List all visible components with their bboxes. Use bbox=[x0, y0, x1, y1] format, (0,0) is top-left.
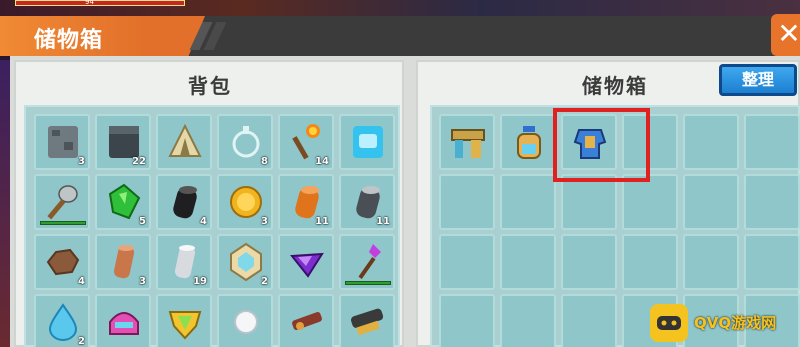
storage-slot[interactable] bbox=[439, 114, 495, 170]
storage-slot[interactable] bbox=[622, 234, 678, 290]
backpack-slot[interactable] bbox=[34, 174, 90, 230]
item-count: 2 bbox=[78, 336, 85, 347]
backpack-slot[interactable]: 3 bbox=[34, 114, 90, 170]
green-gem-icon bbox=[105, 182, 143, 222]
storage-slot[interactable] bbox=[500, 294, 556, 347]
copper-rod-icon bbox=[105, 242, 143, 282]
storage-slot[interactable] bbox=[439, 174, 495, 230]
water-drop-icon bbox=[44, 302, 82, 342]
item-count: 19 bbox=[193, 276, 207, 287]
storage-slot[interactable] bbox=[561, 294, 617, 347]
storage-slot[interactable] bbox=[561, 174, 617, 230]
leather-hide-icon bbox=[44, 242, 82, 282]
backpack-slot[interactable]: 5 bbox=[95, 174, 151, 230]
item-count: 4 bbox=[78, 276, 85, 287]
snowball-icon bbox=[227, 302, 265, 342]
blaster-gun-icon bbox=[288, 302, 326, 342]
backpack-slot[interactable] bbox=[278, 294, 334, 347]
close-button[interactable]: ✕ bbox=[771, 14, 800, 56]
durability-bar bbox=[40, 221, 86, 225]
window-title: 储物箱 bbox=[34, 28, 104, 53]
magic-staff-icon bbox=[349, 242, 387, 282]
storage-slot[interactable] bbox=[439, 234, 495, 290]
backpack-slot[interactable]: 11 bbox=[278, 174, 334, 230]
backpack-slot[interactable]: 4 bbox=[156, 174, 212, 230]
storage-slot[interactable] bbox=[683, 174, 739, 230]
item-count: 11 bbox=[315, 216, 329, 227]
backpack-slot[interactable] bbox=[339, 114, 395, 170]
glass-bottle-icon bbox=[227, 122, 265, 162]
backpack-slot[interactable] bbox=[217, 294, 273, 347]
backpack-slot[interactable]: 11 bbox=[339, 174, 395, 230]
coal-ingot-icon bbox=[166, 182, 204, 222]
backpack-slot[interactable]: 3 bbox=[217, 174, 273, 230]
item-count: 3 bbox=[261, 216, 268, 227]
highlight-frame bbox=[553, 108, 650, 182]
gold-coin-icon bbox=[227, 182, 265, 222]
title-stripes-decoration bbox=[189, 22, 230, 50]
backpack-slot[interactable]: 19 bbox=[156, 234, 212, 290]
backpack-title: 背包 bbox=[188, 74, 232, 98]
gamepad-logo-icon bbox=[650, 304, 688, 342]
storage-slot[interactable] bbox=[500, 174, 556, 230]
backpack-slot[interactable] bbox=[339, 234, 395, 290]
crystal-frame-icon bbox=[227, 242, 265, 282]
storage-slot[interactable] bbox=[500, 114, 556, 170]
storage-slot[interactable] bbox=[683, 114, 739, 170]
backpack-slot[interactable]: 4 bbox=[34, 234, 90, 290]
watermark: QVQ游戏网 bbox=[650, 300, 800, 347]
backpack-slot[interactable]: 2 bbox=[34, 294, 90, 347]
cannon-icon bbox=[349, 302, 387, 342]
item-count: 11 bbox=[376, 216, 390, 227]
tent-icon bbox=[166, 122, 204, 162]
item-count: 5 bbox=[139, 216, 146, 227]
item-count: 22 bbox=[132, 156, 146, 167]
sort-button[interactable]: 整理 bbox=[719, 64, 797, 96]
storage-slot[interactable] bbox=[500, 234, 556, 290]
backpack-slot[interactable]: 22 bbox=[95, 114, 151, 170]
health-bar bbox=[15, 0, 185, 6]
backpack-slot[interactable] bbox=[156, 114, 212, 170]
backpack-slot[interactable]: 8 bbox=[217, 114, 273, 170]
gold-shield-icon bbox=[166, 302, 204, 342]
item-count: 2 bbox=[261, 276, 268, 287]
backpack-slot[interactable] bbox=[339, 294, 395, 347]
item-count: 8 bbox=[261, 156, 268, 167]
item-count: 14 bbox=[315, 156, 329, 167]
blue-crystal-block-icon bbox=[349, 122, 387, 162]
durability-bar bbox=[345, 281, 391, 285]
potion-bottle-icon bbox=[510, 122, 548, 162]
game-scene-edge bbox=[0, 60, 10, 347]
backpack-slot[interactable]: 3 bbox=[95, 234, 151, 290]
backpack-slot[interactable]: 14 bbox=[278, 114, 334, 170]
item-count: 4 bbox=[200, 216, 207, 227]
backpack-slot[interactable] bbox=[156, 294, 212, 347]
watermark-text: QVQ游戏网 bbox=[694, 314, 777, 332]
pink-helmet-icon bbox=[105, 302, 143, 342]
backpack-slot[interactable]: 2 bbox=[217, 234, 273, 290]
stone-block-icon bbox=[44, 122, 82, 162]
shovel-icon bbox=[44, 182, 82, 222]
storage-slot[interactable] bbox=[744, 234, 800, 290]
storage-slot[interactable] bbox=[439, 294, 495, 347]
purple-gem-icon bbox=[288, 242, 326, 282]
item-count: 3 bbox=[139, 276, 146, 287]
storage-slot[interactable] bbox=[561, 234, 617, 290]
backpack-slot[interactable] bbox=[278, 234, 334, 290]
storage-title: 储物箱 bbox=[582, 74, 648, 98]
storage-slot[interactable] bbox=[744, 114, 800, 170]
health-value: 94 bbox=[85, 0, 94, 6]
storage-slot[interactable] bbox=[622, 174, 678, 230]
workbench-icon bbox=[449, 122, 487, 162]
storage-slot[interactable] bbox=[744, 174, 800, 230]
backpack-slot[interactable] bbox=[95, 294, 151, 347]
storage-slot[interactable] bbox=[683, 234, 739, 290]
item-count: 3 bbox=[78, 156, 85, 167]
